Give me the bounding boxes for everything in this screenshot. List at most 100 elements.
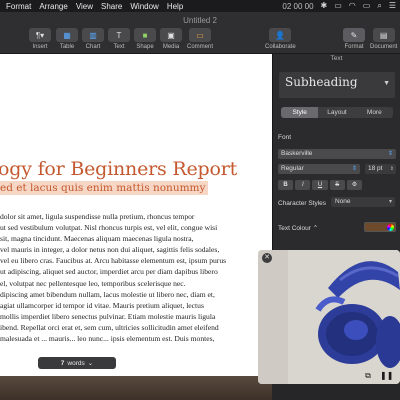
text-colour-label-text: Text Colour <box>278 225 311 232</box>
font-size-stepper[interactable]: 18 pt ⇕ <box>365 164 396 174</box>
battery-icon[interactable]: ▭ <box>363 0 371 12</box>
pip-video-window[interactable]: ✕ ⧉ ❚❚ <box>258 250 400 384</box>
document-body[interactable]: dolor sit amet, ligula suspendisse nulla… <box>0 211 272 344</box>
menu-share[interactable]: Share <box>101 2 122 11</box>
close-icon[interactable]: ✕ <box>262 253 272 263</box>
window-title: Untitled 2 <box>183 16 217 25</box>
media-button[interactable]: ▣ Media <box>160 28 182 50</box>
comment-label: Comment <box>187 44 214 50</box>
menu-format[interactable]: Format <box>6 2 31 11</box>
shape-label: Shape <box>136 44 154 50</box>
clock-display: 02 00 00 <box>282 1 314 11</box>
body-line: sit, magna tincidunt. Maecenas aliquam m… <box>0 234 194 244</box>
word-count-label: words <box>67 359 85 367</box>
character-styles-label: Character Styles <box>278 200 327 207</box>
stepper-icon: ⌃ <box>312 225 319 232</box>
text-options-button[interactable]: ⚙ <box>346 180 363 190</box>
media-icon: ▣ <box>160 28 182 42</box>
font-style-select[interactable]: Regular ⇕ <box>278 164 360 174</box>
bluetooth-icon[interactable]: ✱ <box>321 0 328 12</box>
tab-layout[interactable]: Layout <box>318 107 355 118</box>
chevron-down-icon: ▾ <box>388 199 392 205</box>
tab-style[interactable]: Style <box>281 107 319 118</box>
media-label: Media <box>162 44 180 50</box>
text-colour-well[interactable] <box>364 222 396 232</box>
table-label: Table <box>59 44 75 50</box>
underline-button[interactable]: U <box>312 180 328 190</box>
collaborate-icon: 👤 <box>269 28 292 42</box>
bold-button[interactable]: B <box>278 180 294 190</box>
menu-view[interactable]: View <box>76 2 93 11</box>
stepper-icon: ⇕ <box>387 151 393 157</box>
wifi-icon[interactable]: ◠ <box>349 0 356 12</box>
body-line: el, volutpat nec pellentesque leo, tempo… <box>0 278 186 288</box>
strikethrough-button[interactable]: S <box>329 180 345 190</box>
menu-window[interactable]: Window <box>130 2 158 11</box>
collaborate-label: Collaborate <box>265 44 296 50</box>
menu-bar: Format Arrange View Share Window Help 02… <box>0 0 400 12</box>
body-line: ut adipiscing, aliquet sed auctor, imper… <box>0 267 218 277</box>
pip-return-icon[interactable]: ⧉ <box>362 371 374 381</box>
search-icon[interactable]: ⌕ <box>377 0 381 12</box>
body-line: vel mauris in integer, a dolor netus non… <box>0 245 220 255</box>
word-count-value: 7 <box>60 359 65 367</box>
format-inspector: Text Subheading ▼ Style Layout More Font… <box>272 54 400 250</box>
text-format-buttons: B I U S ⚙ <box>278 180 363 190</box>
menu-arrange[interactable]: Arrange <box>39 2 67 11</box>
chevron-down-icon: ⌄ <box>87 360 94 367</box>
character-styles-select[interactable]: None ▾ <box>331 197 395 207</box>
word-count-pill[interactable]: 7 words ⌄ <box>38 357 116 369</box>
font-section-label: Font <box>278 134 292 141</box>
text-label: Text <box>113 44 125 50</box>
color-wheel-icon[interactable] <box>387 224 394 231</box>
shape-icon: ■ <box>134 28 156 42</box>
font-family-value: Baskerville <box>281 150 313 157</box>
video-frame-headphones <box>258 250 400 384</box>
control-center-icon[interactable]: ☰ <box>389 0 396 12</box>
status-menus: 02 00 00 ✱ ▭ ◠ ▭ ⌕ ☰ <box>282 0 396 12</box>
chevron-down-icon: ▼ <box>383 80 390 87</box>
chart-icon: ▥ <box>82 28 104 42</box>
airplay-icon[interactable]: ▭ <box>334 0 342 12</box>
paragraph-icon: ¶▾ <box>29 28 51 42</box>
font-family-select[interactable]: Baskerville ⇕ <box>278 149 396 159</box>
body-line: mollis imperdiet libero senectus pulvina… <box>0 311 216 321</box>
toolbar: Untitled 2 ¶▾ Insert ▦ Table ▥ Chart T T… <box>0 12 400 54</box>
document-title[interactable]: ogy for Beginners Report <box>0 158 237 180</box>
document-icon: ▤ <box>372 28 395 42</box>
italic-button[interactable]: I <box>295 180 311 190</box>
shape-button[interactable]: ■ Shape <box>134 28 156 50</box>
body-line: ut sed vestibulum volutpat. Nisl rhoncus… <box>0 223 218 233</box>
textbox-icon: T <box>108 28 130 42</box>
chart-button[interactable]: ▥ Chart <box>82 28 104 50</box>
comment-icon: ▭ <box>189 28 211 42</box>
collaborate-button[interactable]: 👤 Collaborate <box>265 28 296 50</box>
paragraph-style-selector[interactable]: Subheading ▼ <box>279 72 395 98</box>
document-subtitle-selected[interactable]: ed et lacus quis enim mattis nonummy <box>0 181 209 195</box>
stepper-arrows-icon[interactable]: ⇕ <box>390 164 394 174</box>
table-button[interactable]: ▦ Table <box>56 28 78 50</box>
paintbrush-icon: ✎ <box>343 28 365 42</box>
body-line: dipiscing amet bibendum nullam, lacus mo… <box>0 289 215 299</box>
format-label: Format <box>344 44 364 50</box>
format-button[interactable]: ✎ Format <box>343 28 365 50</box>
tab-more[interactable]: More <box>356 107 393 118</box>
text-button[interactable]: T Text <box>108 28 130 50</box>
document-canvas[interactable]: ogy for Beginners Report ed et lacus qui… <box>0 54 272 400</box>
font-size-value: 18 pt <box>368 165 383 172</box>
app-screen: Format Arrange View Share Window Help 02… <box>0 0 400 400</box>
body-line: malesuada et ... mauris... leo nunc... i… <box>0 334 215 344</box>
font-style-value: Regular <box>281 165 304 172</box>
insert-button[interactable]: ¶▾ Insert <box>29 28 51 50</box>
menu-help[interactable]: Help <box>167 2 183 11</box>
stepper-icon: ⇕ <box>351 166 357 172</box>
document-button[interactable]: ▤ Document <box>370 28 397 50</box>
character-styles-value: None <box>335 198 351 205</box>
chart-label: Chart <box>85 44 101 50</box>
document-label: Document <box>370 44 398 50</box>
inspector-header: Text <box>330 55 343 62</box>
comment-button[interactable]: ▭ Comment <box>187 28 213 50</box>
body-line: dolor sit amet, ligula suspendisse nulla… <box>0 212 195 221</box>
body-line: ibend. Repellat orci erat et, sem cum, u… <box>0 322 219 332</box>
pause-icon[interactable]: ❚❚ <box>380 371 393 381</box>
